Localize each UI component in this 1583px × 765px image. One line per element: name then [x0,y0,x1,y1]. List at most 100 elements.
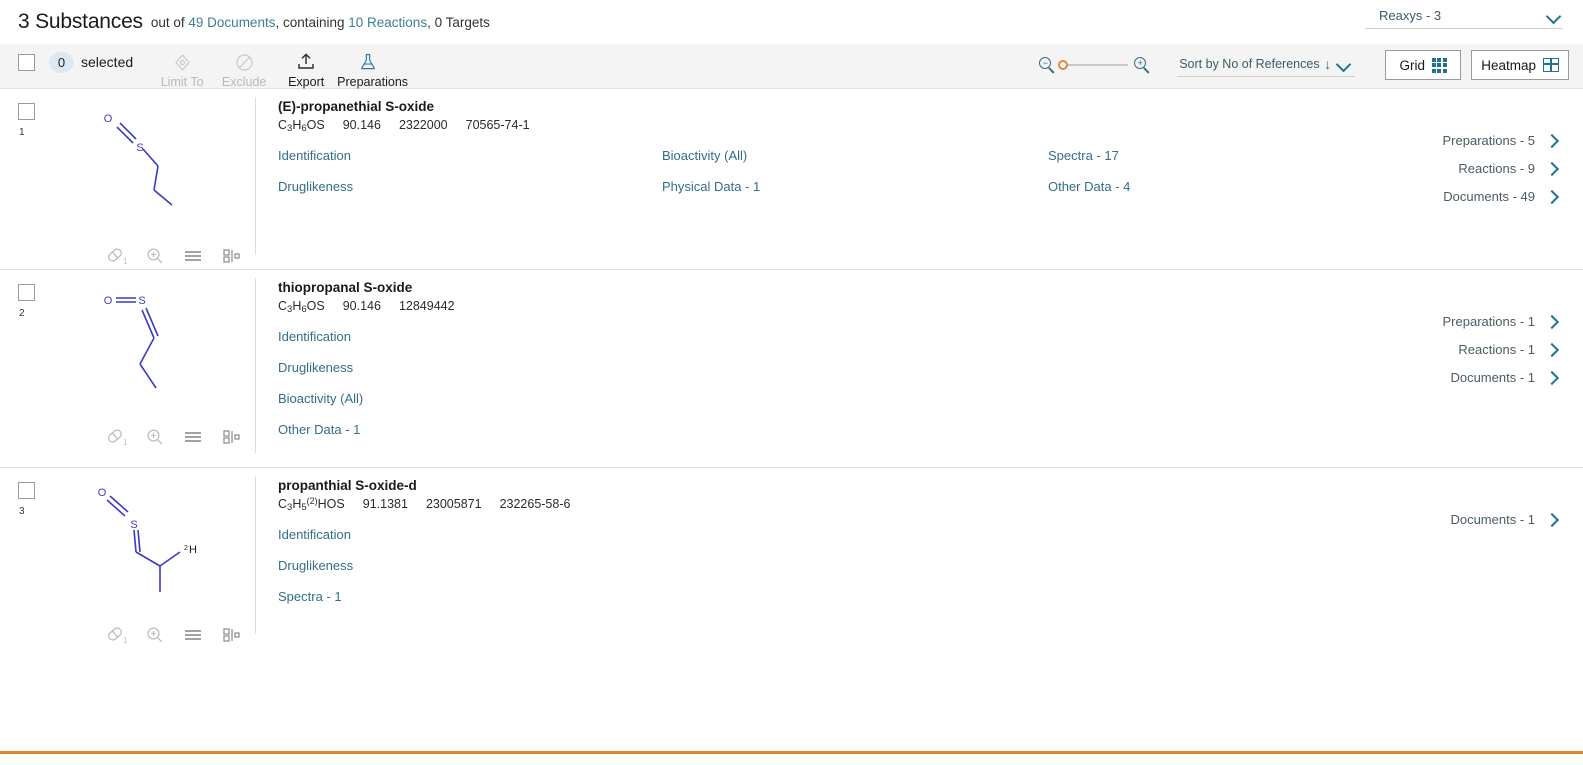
row-index: 1 [19,127,25,138]
svg-text:2: 2 [184,545,188,552]
structure-detail-icon[interactable] [212,622,250,648]
structure-actions: 1 [52,243,255,269]
results-list: 1 O S 1 (E)-propanethial S-oxide C3H6OS … [0,89,1583,648]
preparations-link[interactable]: Preparations - 1 [1411,314,1561,329]
reaxys-id: 12849442 [398,299,455,313]
data-link[interactable]: Other Data - 4 [1048,179,1130,194]
svg-text:O: O [97,487,106,499]
substance-name[interactable]: (E)-propanethial S-oxide [278,99,1583,114]
documents-link-label: Documents - 1 [1450,512,1535,527]
exclude-button[interactable]: Exclude [213,50,275,89]
structure-image[interactable]: O S 2 H [52,474,255,614]
reactions-link[interactable]: Reactions - 9 [1411,161,1561,176]
database-selector[interactable]: Reaxys - 3 [1365,8,1563,29]
preparations-button[interactable]: Preparations [337,50,408,89]
data-link[interactable]: Bioactivity (All) [662,148,747,163]
substance-name[interactable]: thiopropanal S-oxide [278,280,1583,295]
data-link[interactable]: Identification [278,527,351,542]
row-checkbox[interactable] [18,103,35,120]
exclude-icon [213,51,275,73]
data-link[interactable]: Identification [278,329,351,344]
data-link[interactable]: Spectra - 1 [278,589,342,604]
substance-name[interactable]: propanthial S-oxide-d [278,478,1583,493]
data-link-columns: Identification Druglikeness Bioactivity … [278,329,1583,453]
documents-link[interactable]: Documents - 1 [1411,370,1561,385]
heatmap-icon [1543,58,1559,72]
preparations-link[interactable]: Preparations - 5 [1411,133,1561,148]
related-links: Preparations - 5 Reactions - 9 Documents… [1411,133,1561,217]
database-selector-label: Reaxys - 3 [1379,8,1442,23]
zoom-in-icon[interactable]: + [1134,56,1151,74]
chevron-right-icon [1543,316,1561,328]
result-row: 2 O S 1 thiopropanal S-oxide C3H6OS 90.1… [0,270,1583,468]
structure-image[interactable]: O S [52,95,255,235]
data-link[interactable]: Druglikeness [278,360,353,375]
results-header: 3 Substances out of 49 Documents, contai… [0,0,1583,44]
sort-chevron-down-icon[interactable] [1337,59,1353,69]
data-link[interactable]: Other Data - 1 [278,422,360,437]
substance-meta: C3H6OS 90.146 12849442 [278,299,1583,315]
results-toolbar: 0 selected Limit To Exclude Export Prepa… [0,44,1583,89]
documents-link[interactable]: Documents - 1 [1411,512,1561,527]
documents-link[interactable]: Documents - 49 [1411,189,1561,204]
zoom-slider-track[interactable] [1058,60,1129,70]
sort-label: Sort by No of References [1179,56,1320,71]
heatmap-view-button[interactable]: Heatmap [1471,50,1569,80]
structure-actions: 1 [52,424,255,450]
row-checkbox[interactable] [18,284,35,301]
related-links: Documents - 1 [1411,512,1561,540]
svg-text:S: S [136,142,143,154]
row-select-cell: 3 [0,468,52,648]
pill-count-icon[interactable]: 1 [98,622,136,648]
data-link[interactable]: Spectra - 17 [1048,148,1119,163]
select-all-checkbox[interactable] [18,54,35,71]
molecular-weight: 90.146 [342,118,381,132]
toolbar-right-group: − + Sort by No of References ↓ Grid Heat… [1039,50,1569,80]
zoom-slider[interactable]: − + [1039,56,1151,74]
data-link[interactable]: Druglikeness [278,558,353,573]
reactions-link[interactable]: Reactions - 1 [1411,342,1561,357]
zoom-out-icon[interactable]: − [1039,56,1056,74]
row-select-cell: 1 [0,89,52,269]
grid-view-button[interactable]: Grid [1385,50,1462,80]
documents-link-label: Documents - 49 [1443,189,1535,204]
zoom-in-structure-icon[interactable] [136,243,174,269]
targets-text: , 0 Targets [427,14,490,30]
structure-cell: O S 1 [52,89,255,269]
row-index: 2 [19,308,25,319]
structure-cell: O S 1 [52,270,255,467]
chevron-right-icon [1543,372,1561,384]
data-link[interactable]: Identification [278,148,351,163]
grid-view-label: Grid [1399,57,1425,73]
data-link-column-2: Bioactivity (All) Physical Data - 1 [662,148,1048,210]
data-link[interactable]: Physical Data - 1 [662,179,760,194]
row-checkbox[interactable] [18,482,35,499]
list-view-icon[interactable] [174,622,212,648]
data-link[interactable]: Druglikeness [278,179,353,194]
list-view-icon[interactable] [174,243,212,269]
reactions-count-link[interactable]: 10 Reactions [348,15,427,30]
zoom-slider-handle[interactable] [1058,60,1069,70]
svg-text:S: S [138,295,145,307]
documents-link-label: Documents - 1 [1450,370,1535,385]
data-link-column-1: Identification Druglikeness Bioactivity … [278,329,662,453]
structure-image[interactable]: O S [52,276,255,416]
svg-text:S: S [130,519,137,531]
sort-dropdown[interactable]: Sort by No of References ↓ [1177,56,1356,77]
data-link[interactable]: Bioactivity (All) [278,391,363,406]
limit-to-button[interactable]: Limit To [151,50,213,89]
bottom-accent-bar [0,751,1583,754]
substance-details: (E)-propanethial S-oxide C3H6OS 90.146 2… [256,89,1583,269]
pill-count-icon[interactable]: 1 [98,243,136,269]
list-view-icon[interactable] [174,424,212,450]
zoom-in-structure-icon[interactable] [136,622,174,648]
reactions-link-label: Reactions - 1 [1458,342,1535,357]
zoom-in-structure-icon[interactable] [136,424,174,450]
documents-count-link[interactable]: 49 Documents [188,15,275,30]
export-button[interactable]: Export [275,50,337,89]
results-summary: out of 49 Documents, containing 10 React… [151,15,490,30]
structure-detail-icon[interactable] [212,243,250,269]
arrow-down-icon[interactable]: ↓ [1324,57,1331,71]
pill-count-icon[interactable]: 1 [98,424,136,450]
structure-detail-icon[interactable] [212,424,250,450]
